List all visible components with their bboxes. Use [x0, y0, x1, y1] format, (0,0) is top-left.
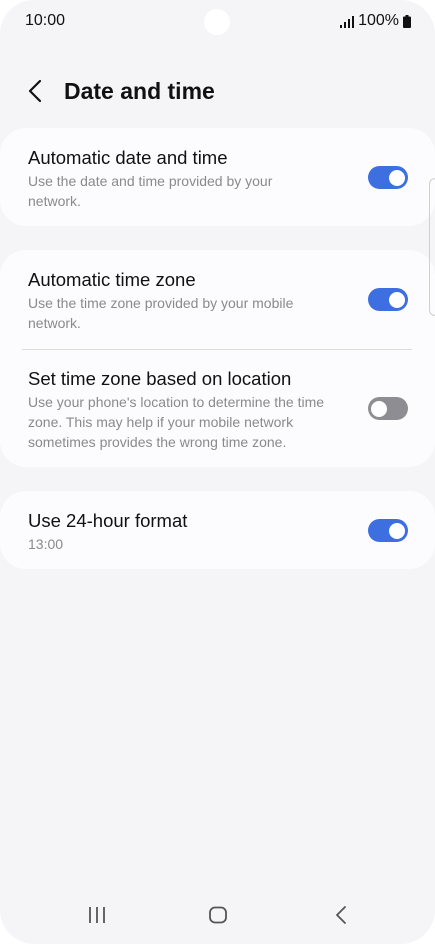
time-zone-location-description: Use your phone's location to determine t… — [28, 394, 325, 450]
status-icons: 100% — [340, 12, 411, 30]
home-icon — [208, 906, 228, 929]
use-24-hour-example: 13:00 — [28, 536, 64, 552]
app-header: Date and time — [0, 68, 435, 116]
nav-back-button[interactable] — [326, 904, 356, 930]
phone-screen: 10:00 100% Date and time Automatic date … — [0, 0, 435, 944]
time-zone-location-row[interactable]: Set time zone based on location Use your… — [0, 350, 435, 467]
camera-cutout — [204, 9, 230, 35]
time-zone-location-toggle[interactable] — [368, 397, 408, 420]
time-zone-card: Automatic time zone Use the time zone pr… — [0, 250, 435, 467]
time-zone-location-title: Set time zone based on location — [28, 368, 292, 389]
back-button[interactable] — [18, 76, 52, 110]
toggle-knob — [389, 169, 405, 186]
use-24-hour-row[interactable]: Use 24-hour format 13:00 — [0, 491, 435, 569]
automatic-time-zone-title: Automatic time zone — [28, 269, 196, 290]
automatic-time-zone-toggle[interactable] — [368, 288, 408, 311]
navigation-bar — [0, 890, 435, 944]
back-icon — [28, 79, 42, 108]
page-title: Date and time — [64, 78, 215, 104]
signal-icon — [340, 15, 355, 28]
automatic-date-time-toggle[interactable] — [368, 166, 408, 189]
toggle-knob — [389, 291, 405, 308]
recents-icon — [87, 906, 107, 929]
automatic-time-zone-row[interactable]: Automatic time zone Use the time zone pr… — [0, 250, 435, 348]
automatic-date-time-row[interactable]: Automatic date and time Use the date and… — [0, 128, 435, 226]
use-24-hour-toggle[interactable] — [368, 519, 408, 542]
recents-button[interactable] — [82, 904, 112, 930]
toggle-knob — [371, 400, 387, 417]
use-24-hour-title: Use 24-hour format — [28, 510, 188, 531]
edge-panel-handle[interactable] — [429, 178, 435, 316]
back-icon — [334, 905, 348, 930]
status-bar: 10:00 100% — [0, 0, 435, 46]
automatic-date-time-title: Automatic date and time — [28, 147, 228, 168]
toggle-knob — [389, 522, 405, 539]
automatic-date-time-description: Use the date and time provided by your n… — [28, 173, 273, 209]
battery-percentage: 100% — [358, 12, 399, 29]
time-format-card: Use 24-hour format 13:00 — [0, 491, 435, 569]
automatic-date-time-card: Automatic date and time Use the date and… — [0, 128, 435, 226]
automatic-time-zone-description: Use the time zone provided by your mobil… — [28, 295, 294, 331]
status-time: 10:00 — [25, 12, 66, 29]
home-button[interactable] — [203, 904, 233, 930]
battery-icon — [403, 14, 411, 28]
